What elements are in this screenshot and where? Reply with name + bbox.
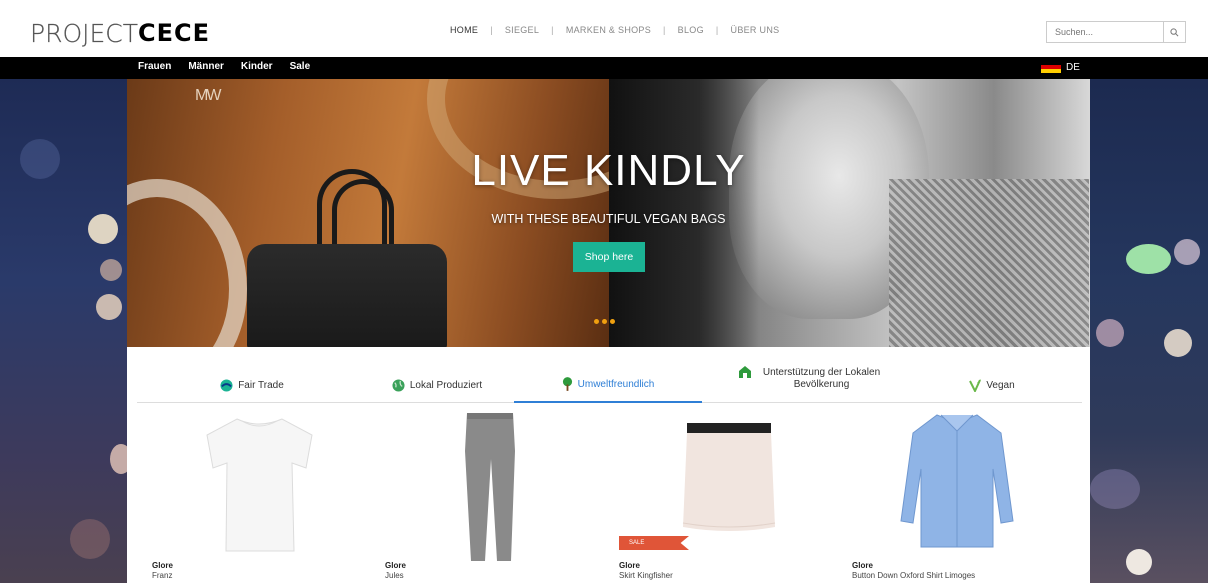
tab-lokale-bevoelkerung[interactable]: Unterstützung der Lokalen Bevölkerung — [717, 355, 907, 403]
vegan-icon — [969, 378, 982, 392]
bokeh-light — [1164, 329, 1192, 357]
product-image-skirt — [682, 423, 776, 531]
product-brand: Glore — [152, 561, 173, 570]
bokeh-light — [100, 259, 122, 281]
product-image-trousers — [465, 413, 515, 561]
product-brand: Glore — [852, 561, 873, 570]
category-sale[interactable]: Sale — [290, 61, 311, 72]
bokeh-light — [96, 294, 122, 320]
tab-label: Fair Trade — [238, 379, 284, 391]
logo-thin-text: PROJECT — [30, 18, 139, 48]
tree-icon — [562, 377, 573, 391]
bokeh-light — [88, 214, 118, 244]
tab-umweltfreundlich[interactable]: Umweltfreundlich — [514, 367, 702, 403]
nav-blog[interactable]: BLOG — [678, 25, 704, 35]
bokeh-light — [1090, 469, 1140, 509]
hero-title: LIVE KINDLY — [471, 146, 746, 195]
nav-home[interactable]: HOME — [450, 25, 478, 35]
main-nav: HOME | SIEGEL | MARKEN & SHOPS | BLOG | … — [450, 25, 779, 35]
bokeh-light — [1126, 549, 1152, 575]
search-box — [1046, 21, 1186, 43]
tab-label: Lokal Produziert — [409, 379, 483, 391]
architecture-arch — [127, 179, 247, 347]
carousel-dot[interactable] — [610, 319, 615, 324]
nav-siegel[interactable]: SIEGEL — [505, 25, 539, 35]
model-coat — [889, 179, 1089, 347]
filter-tabs: Fair Trade Lokal Produziert Umweltfreund… — [137, 366, 1082, 403]
product-brand: Glore — [385, 561, 406, 570]
product-name: Skirt Kingfisher — [619, 571, 673, 580]
nav-marken-shops[interactable]: MARKEN & SHOPS — [566, 25, 651, 35]
carousel-dot[interactable] — [594, 319, 599, 324]
product-brand: Glore — [619, 561, 640, 570]
category-list: Frauen Männer Kinder Sale — [138, 61, 327, 72]
product-image-tshirt — [206, 418, 313, 552]
search-icon — [1170, 27, 1179, 36]
category-kinder[interactable]: Kinder — [241, 61, 273, 72]
bokeh-light — [1096, 319, 1124, 347]
background-left — [0, 79, 127, 583]
nav-separator: | — [715, 25, 719, 35]
nav-ueber-uns[interactable]: ÜBER UNS — [731, 25, 780, 35]
logo-bold-text: CECE — [138, 19, 211, 47]
brand-mark: MW — [195, 87, 221, 104]
community-icon — [738, 365, 752, 378]
site-logo[interactable]: PROJECT CECE — [30, 18, 211, 48]
product-card[interactable]: Glore Button Down Oxford Shirt Limoges — [852, 407, 1052, 583]
bokeh-light — [1126, 244, 1171, 274]
site-header: PROJECT CECE HOME | SIEGEL | MARKEN & SHO… — [0, 0, 1208, 57]
german-flag-icon — [1041, 61, 1061, 73]
tab-fair-trade[interactable]: Fair Trade — [167, 367, 337, 403]
tab-label: Vegan — [986, 379, 1015, 391]
product-card[interactable]: Glore Jules — [385, 407, 585, 583]
bokeh-light — [20, 139, 60, 179]
language-selector[interactable]: DE — [1041, 61, 1080, 73]
search-input[interactable] — [1047, 22, 1163, 42]
product-grid: Glore Franz Glore Jules SALE Glore Skirt… — [127, 407, 1090, 583]
sale-badge: SALE — [619, 536, 689, 550]
shop-here-button[interactable]: Shop here — [573, 242, 645, 272]
product-card[interactable]: SALE Glore Skirt Kingfisher — [619, 407, 819, 583]
tab-label: Umweltfreundlich — [577, 378, 655, 390]
category-frauen[interactable]: Frauen — [138, 61, 171, 72]
tab-label: Unterstützung der Lokalen Bevölkerung — [762, 367, 881, 390]
nav-separator: | — [663, 25, 666, 35]
carousel-dot[interactable] — [602, 319, 607, 324]
product-name: Button Down Oxford Shirt Limoges — [852, 571, 976, 580]
product-image-shirt — [900, 414, 1014, 548]
product-name: Franz — [152, 571, 173, 580]
hero-subtitle: WITH THESE BEAUTIFUL VEGAN BAGS — [491, 212, 726, 226]
background-right — [1090, 79, 1208, 583]
tab-lokal-produziert[interactable]: Lokal Produziert — [352, 367, 522, 403]
language-label: DE — [1066, 61, 1080, 73]
category-bar: Frauen Männer Kinder Sale DE — [0, 57, 1208, 79]
globe-icon — [392, 378, 405, 392]
product-name: Jules — [385, 571, 404, 580]
bokeh-light — [70, 519, 110, 559]
carousel-indicators — [594, 319, 618, 324]
product-card[interactable]: Glore Franz — [152, 407, 352, 583]
nav-separator: | — [551, 25, 554, 35]
tab-vegan[interactable]: Vegan — [912, 367, 1072, 403]
content-section: Fair Trade Lokal Produziert Umweltfreund… — [127, 347, 1090, 583]
hero-banner: MW LIVE KINDLY WITH THESE BEAUTIFUL VEGA… — [127, 79, 1090, 347]
category-maenner[interactable]: Männer — [188, 61, 224, 72]
bokeh-light — [110, 444, 127, 474]
nav-separator: | — [490, 25, 493, 35]
fair-trade-icon — [220, 378, 233, 392]
vegan-bag — [247, 244, 447, 347]
bokeh-light — [1174, 239, 1200, 265]
search-button[interactable] — [1163, 22, 1185, 42]
